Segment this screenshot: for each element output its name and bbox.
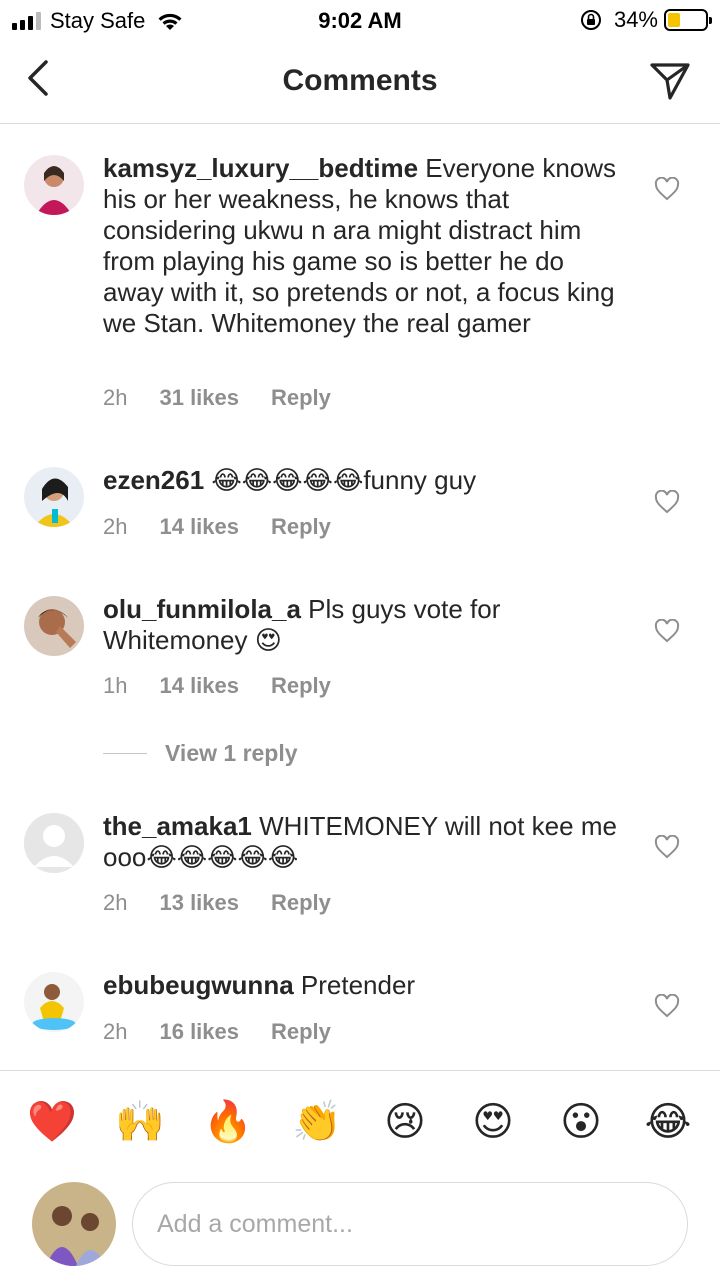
comment-time: 2h	[103, 385, 128, 410]
comment-time: 2h	[103, 890, 128, 915]
comment-likes[interactable]: 16 likes	[159, 1019, 239, 1045]
rotation-lock-icon	[580, 10, 601, 30]
reply-button[interactable]: Reply	[271, 385, 331, 411]
quick-reaction-bar: ❤️ 🙌 🔥 👏 😢 😍 😮 😂	[0, 1070, 720, 1174]
view-replies-label: View 1 reply	[165, 740, 298, 766]
heart-icon[interactable]	[654, 994, 680, 1018]
comment-input[interactable]	[132, 1182, 688, 1266]
comment-username[interactable]: olu_funmilola_a	[103, 594, 301, 624]
comment-username[interactable]: kamsyz_luxury__bedtime	[103, 153, 418, 183]
avatar[interactable]	[24, 155, 84, 215]
view-replies-button[interactable]: View 1 reply	[103, 740, 298, 767]
comment-body: olu_funmilola_a Pls guys vote for Whitem…	[103, 594, 618, 656]
comment-likes[interactable]: 14 likes	[159, 673, 239, 699]
comment-body: ezen261 😂😂😂😂😂funny guy	[103, 465, 618, 496]
reaction-surprised-emoji[interactable]: 😮	[556, 1097, 606, 1147]
paper-plane-icon[interactable]	[648, 58, 692, 102]
reply-button[interactable]: Reply	[271, 514, 331, 540]
heart-icon[interactable]	[654, 177, 680, 201]
heart-icon[interactable]	[654, 835, 680, 859]
avatar[interactable]	[24, 596, 84, 656]
comment-likes[interactable]: 13 likes	[159, 890, 239, 916]
comment-time: 2h	[103, 1019, 128, 1044]
reply-button[interactable]: Reply	[271, 890, 331, 916]
comment-composer	[0, 1174, 720, 1280]
comment-likes[interactable]: 14 likes	[159, 514, 239, 540]
reply-divider	[103, 753, 147, 754]
comment-body: kamsyz_luxury__bedtime Everyone knows hi…	[103, 153, 618, 339]
comment-meta: 2h 13 likes Reply	[103, 890, 363, 916]
comment-body: ebubeugwunna Pretender	[103, 970, 618, 1001]
reaction-fire-emoji[interactable]: 🔥	[203, 1097, 253, 1147]
comment-meta: 2h 16 likes Reply	[103, 1019, 363, 1045]
battery-level	[668, 13, 681, 27]
battery-percent: 34%	[613, 7, 658, 32]
reaction-heart-emoji[interactable]: ❤️	[27, 1097, 77, 1147]
status-right: 34%	[580, 7, 712, 33]
reply-button[interactable]: Reply	[271, 673, 331, 699]
status-bar: Stay Safe 9:02 AM 34%	[0, 0, 720, 40]
reaction-heart-eyes-emoji[interactable]: 😍	[468, 1097, 518, 1147]
reaction-clap-emoji[interactable]: 👏	[292, 1097, 342, 1147]
reaction-raised-hands-emoji[interactable]: 🙌	[115, 1097, 165, 1147]
comment-username[interactable]: ebubeugwunna	[103, 970, 294, 1000]
reply-button[interactable]: Reply	[271, 1019, 331, 1045]
comment-username[interactable]: the_amaka1	[103, 811, 252, 841]
comment-likes[interactable]: 31 likes	[159, 385, 239, 411]
comment-meta: 2h 14 likes Reply	[103, 514, 363, 540]
avatar[interactable]	[24, 467, 84, 527]
heart-icon[interactable]	[654, 490, 680, 514]
page-title: Comments	[282, 64, 438, 97]
avatar[interactable]	[24, 813, 84, 873]
comment-time: 2h	[103, 514, 128, 539]
comment-meta: 1h 14 likes Reply	[103, 673, 363, 699]
comment-time: 1h	[103, 673, 128, 698]
reaction-crying-emoji[interactable]: 😢	[380, 1097, 430, 1147]
comment-meta: 2h 31 likes Reply	[103, 385, 363, 411]
comment-text: Pretender	[300, 970, 416, 1000]
comment-body: the_amaka1 WHITEMONEY will not kee me oo…	[103, 811, 618, 873]
my-avatar	[32, 1182, 116, 1266]
reaction-laughing-emoji[interactable]: 😂	[643, 1097, 693, 1147]
heart-icon[interactable]	[654, 619, 680, 643]
header: Comments	[0, 40, 720, 124]
battery-icon	[664, 9, 712, 31]
avatar[interactable]	[24, 972, 84, 1032]
comment-text: 😂😂😂😂😂funny guy	[211, 465, 477, 495]
comment-username[interactable]: ezen261	[103, 465, 204, 495]
